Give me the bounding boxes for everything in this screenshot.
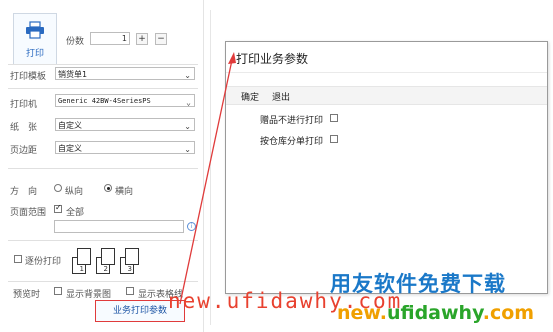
dialog-title: 打印业务参数 (236, 52, 309, 66)
paper-select[interactable]: 自定义 ⌄ (55, 118, 195, 131)
show-background-checkbox[interactable] (54, 287, 62, 295)
collate-label: 逐份打印 (25, 257, 62, 267)
page-range-input[interactable] (54, 220, 184, 233)
collate-page-icon-1-back (77, 248, 91, 265)
paper-label: 纸 张 (10, 123, 38, 133)
collate-page-icon-3-back (125, 248, 139, 265)
margin-value: 自定义 (58, 144, 82, 153)
print-button[interactable]: 打印 (13, 13, 57, 65)
template-select[interactable]: 销货单1 ⌄ (55, 67, 195, 80)
template-value: 销货单1 (58, 70, 88, 79)
landscape-label: 横向 (115, 187, 134, 197)
page-range-label: 页面范围 (10, 208, 47, 218)
divider (8, 64, 198, 65)
divider (8, 168, 198, 169)
printer-select[interactable]: Generic 42BW-4SeriesPS ⌄ (55, 94, 195, 107)
copies-label: 份数 (66, 37, 85, 47)
option-gift-no-print-checkbox[interactable] (330, 114, 338, 122)
confirm-button[interactable]: 确定 (241, 90, 259, 103)
margin-select[interactable]: 自定义 ⌄ (55, 141, 195, 154)
landscape-radio[interactable] (104, 184, 112, 192)
divider (8, 240, 198, 241)
template-label: 打印模板 (10, 72, 47, 82)
watermark-url-colored: new.ufidawhy.com (337, 302, 535, 324)
show-gridlines-checkbox[interactable] (126, 287, 134, 295)
preview-area-divider (210, 10, 211, 325)
copies-plus-button[interactable]: + (136, 33, 148, 45)
divider (8, 281, 198, 282)
copies-input[interactable]: 1 (90, 32, 130, 45)
collate-page-icon-2-back (101, 248, 115, 265)
range-all-label: 全部 (66, 208, 85, 218)
exit-button[interactable]: 退出 (272, 90, 290, 103)
range-all-checkbox[interactable] (54, 203, 62, 213)
chevron-down-icon: ⌄ (184, 122, 191, 131)
paper-value: 自定义 (58, 121, 82, 130)
chevron-down-icon: ⌄ (186, 98, 191, 107)
info-icon[interactable]: i (187, 222, 196, 231)
preview-label: 预览时 (13, 290, 41, 300)
chevron-down-icon: ⌄ (184, 145, 191, 154)
option-split-by-warehouse-label: 按仓库分单打印 (260, 137, 324, 147)
business-print-params-dialog: 打印业务参数 确定 退出 赠品不进行打印 按仓库分单打印 (225, 41, 548, 294)
margin-label: 页边距 (10, 146, 38, 156)
printer-icon (26, 21, 44, 39)
dialog-toolbar: 确定 退出 (226, 86, 547, 105)
portrait-label: 纵向 (65, 187, 84, 197)
show-background-label: 显示背景图 (66, 290, 112, 300)
option-gift-no-print-label: 赠品不进行打印 (260, 116, 324, 126)
divider (8, 88, 198, 89)
collate-checkbox[interactable] (14, 255, 22, 263)
copies-minus-button[interactable]: − (155, 33, 167, 45)
chevron-down-icon: ⌄ (184, 71, 191, 80)
print-settings-panel: 打印 份数 1 + − 打印模板 销货单1 ⌄ 打印机 Generic 42BW… (0, 0, 204, 332)
printer-value: Generic 42BW-4SeriesPS (58, 97, 151, 105)
print-button-label: 打印 (25, 49, 44, 59)
option-split-by-warehouse-checkbox[interactable] (330, 135, 338, 143)
orientation-label: 方 向 (10, 187, 38, 197)
printer-label: 打印机 (10, 100, 38, 110)
portrait-radio[interactable] (54, 184, 62, 192)
dialog-title-bar: 打印业务参数 (226, 42, 547, 73)
